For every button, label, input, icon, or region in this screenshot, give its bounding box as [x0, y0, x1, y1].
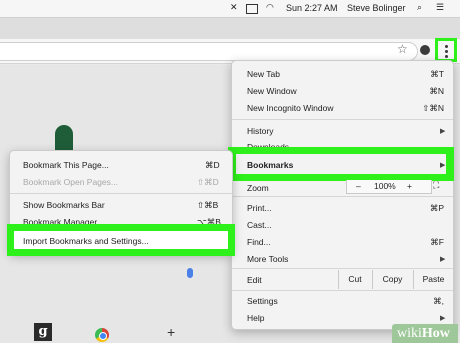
zoom-level: 100% — [374, 181, 396, 191]
shortcut-bookmark-this-page: ⌘D — [205, 160, 220, 170]
menu-item-edit[interactable]: Edit — [247, 275, 262, 285]
shortcut-g-icon[interactable]: g — [34, 323, 52, 341]
menu-separator — [232, 268, 453, 269]
user-name[interactable]: Steve Bolinger — [347, 3, 406, 13]
address-bar[interactable] — [0, 42, 418, 61]
menu-item-downloads[interactable]: Downloads — [247, 142, 289, 147]
clock-text[interactable]: Sun 2:27 AM — [286, 3, 338, 13]
menu-item-settings[interactable]: Settings — [247, 296, 278, 306]
menu-item-print[interactable]: Print... — [247, 203, 272, 213]
chevron-right-icon: ▶ — [440, 315, 446, 322]
add-shortcut-icon[interactable]: + — [167, 324, 175, 340]
copy-button[interactable]: Copy — [372, 270, 412, 289]
menu-item-new-tab[interactable]: New Tab — [247, 69, 280, 79]
shortcut-bookmark-open-pages: ⇧⌘D — [197, 177, 219, 187]
watermark-wiki: wiki — [397, 326, 422, 341]
search-icon[interactable]: ⌕ — [417, 2, 422, 12]
paste-button[interactable]: Paste — [413, 270, 453, 289]
menu-separator — [232, 196, 453, 197]
menu-item-find[interactable]: Find... — [247, 237, 271, 247]
fullscreen-icon[interactable]: ⛶ — [433, 180, 439, 191]
menu-item-bookmark-manager[interactable]: Bookmark Manager — [23, 217, 97, 224]
menu-item-bookmarks[interactable]: Bookmarks — [247, 160, 293, 170]
profile-icon[interactable] — [420, 45, 430, 55]
menu-item-import-bookmarks[interactable]: Import Bookmarks and Settings... — [23, 236, 149, 246]
chevron-right-icon: ▶ — [440, 128, 446, 135]
shortcut-new-tab: ⌘T — [430, 69, 444, 79]
menu-item-new-window[interactable]: New Window — [247, 86, 297, 96]
chevron-right-icon: ▶ — [440, 256, 446, 263]
microphone-icon[interactable] — [187, 268, 193, 278]
shortcut-find: ⌘F — [430, 237, 444, 247]
cut-button[interactable]: Cut — [338, 270, 371, 289]
menu-item-history[interactable]: History — [247, 126, 273, 136]
shortcut-new-window: ⌘N — [429, 86, 444, 96]
zoom-out-button[interactable]: – — [356, 181, 361, 191]
shortcut-print: ⌘P — [429, 203, 444, 213]
menu-item-bookmark-this-page[interactable]: Bookmark This Page... — [23, 160, 109, 170]
bookmark-star-icon[interactable]: ☆ — [397, 42, 408, 56]
menu-item-new-incognito[interactable]: New Incognito Window — [247, 103, 333, 113]
display-icon[interactable] — [246, 4, 258, 14]
zoom-in-button[interactable]: + — [407, 181, 412, 191]
menu-item-zoom[interactable]: Zoom — [247, 183, 269, 193]
doodle-image[interactable] — [55, 125, 73, 153]
watermark-how: How — [421, 326, 450, 341]
menu-item-show-bookmarks-bar[interactable]: Show Bookmarks Bar — [23, 200, 105, 210]
menu-separator — [10, 193, 232, 194]
shortcut-new-incognito: ⇧⌘N — [422, 103, 444, 113]
shortcut-show-bookmarks-bar: ⇧⌘B — [197, 200, 219, 210]
wikihow-watermark: wikiHow — [392, 324, 458, 343]
chrome-menu-button[interactable] — [435, 38, 457, 62]
shortcut-settings: ⌘, — [433, 296, 444, 306]
chevron-right-icon: ▶ — [440, 162, 446, 169]
shortcut-bookmark-manager: ⌥⌘B — [197, 217, 221, 224]
menu-separator — [232, 119, 453, 120]
menu-item-more-tools[interactable]: More Tools — [247, 254, 288, 264]
macos-menu-bar: ✕ ◠ Sun 2:27 AM Steve Bolinger ⌕ ☰ — [0, 0, 460, 18]
close-icon[interactable]: ✕ — [230, 2, 238, 12]
tab-strip — [0, 18, 460, 39]
list-icon[interactable]: ☰ — [436, 2, 444, 12]
menu-separator — [232, 290, 453, 291]
chrome-logo-icon[interactable] — [95, 328, 109, 342]
menu-item-cast[interactable]: Cast... — [247, 220, 272, 230]
menu-item-help[interactable]: Help — [247, 313, 264, 323]
menu-item-bookmark-open-pages[interactable]: Bookmark Open Pages... — [23, 177, 118, 187]
wifi-icon[interactable]: ◠ — [266, 2, 274, 12]
